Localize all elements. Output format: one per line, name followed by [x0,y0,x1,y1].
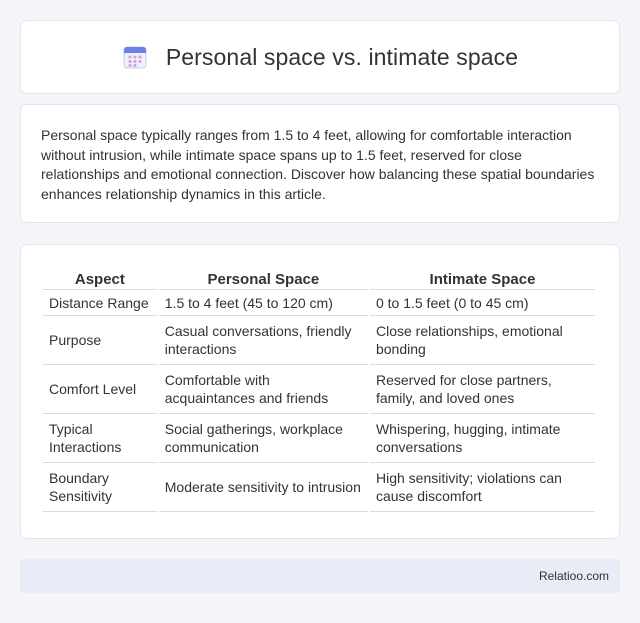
cell-aspect: Boundary Sensitivity [43,463,157,512]
table-row: Typical Interactions Social gatherings, … [43,414,595,463]
calendar-icon [123,46,147,69]
title-card: Personal space vs. intimate space [20,20,620,94]
footer-brand: Relatioo.com [538,569,609,583]
table-row: Comfort Level Comfortable with acquainta… [43,365,595,414]
header-personal-space: Personal Space [158,267,368,290]
cell-personal: Casual conversations, friendly interacti… [158,316,368,365]
cell-intimate: Whispering, hugging, intimate conversati… [369,414,595,463]
table-header-row: Aspect Personal Space Intimate Space [43,267,595,290]
cell-intimate: Reserved for close partners, family, and… [369,365,595,414]
cell-aspect: Distance Range [43,290,157,316]
header-intimate-space: Intimate Space [369,267,595,290]
comparison-table: Aspect Personal Space Intimate Space Dis… [41,267,597,512]
intro-card: Personal space typically ranges from 1.5… [20,104,620,223]
cell-intimate: 0 to 1.5 feet (0 to 45 cm) [369,290,595,316]
title-wrap: Personal space vs. intimate space [122,44,518,71]
footer: Relatioo.com [20,559,620,593]
table-row: Purpose Casual conversations, friendly i… [43,316,595,365]
table-card: Aspect Personal Space Intimate Space Dis… [20,244,620,539]
cell-aspect: Typical Interactions [43,414,157,463]
cell-intimate: Close relationships, emotional bonding [369,316,595,365]
cell-personal: 1.5 to 4 feet (45 to 120 cm) [158,290,368,316]
header-aspect: Aspect [43,267,157,290]
cell-personal: Comfortable with acquaintances and frien… [158,365,368,414]
cell-personal: Social gatherings, workplace communicati… [158,414,368,463]
cell-personal: Moderate sensitivity to intrusion [158,463,368,512]
table-row: Boundary Sensitivity Moderate sensitivit… [43,463,595,512]
table-row: Distance Range 1.5 to 4 feet (45 to 120 … [43,290,595,316]
cell-aspect: Purpose [43,316,157,365]
intro-paragraph: Personal space typically ranges from 1.5… [41,127,595,202]
cell-intimate: High sensitivity; violations can cause d… [369,463,595,512]
page-title: Personal space vs. intimate space [165,43,519,70]
cell-aspect: Comfort Level [43,365,157,414]
